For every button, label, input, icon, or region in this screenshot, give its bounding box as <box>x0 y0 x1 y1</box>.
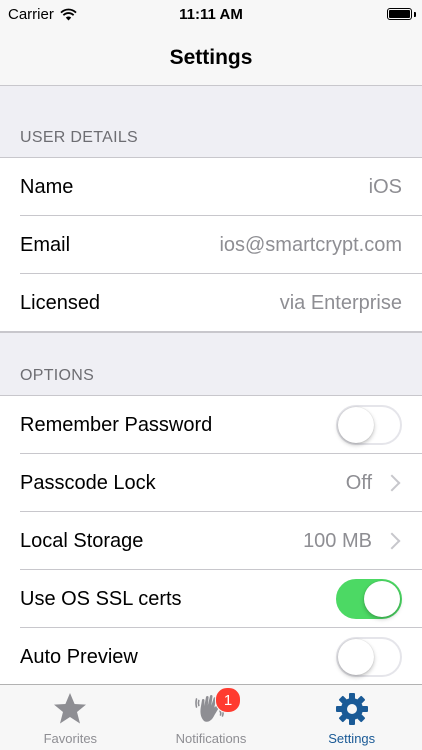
tab-settings[interactable]: Settings <box>281 685 422 750</box>
tab-bar: Favorites 1 Notifications Settings <box>0 684 422 750</box>
row-use-os-ssl: Use OS SSL certs <box>0 570 422 628</box>
row-passcode-lock[interactable]: Passcode Lock Off <box>0 454 422 512</box>
row-label: Passcode Lock <box>20 471 156 494</box>
toggle-knob <box>338 407 374 443</box>
status-time: 11:11 AM <box>179 6 243 23</box>
row-remember-password: Remember Password <box>0 396 422 454</box>
battery-icon <box>387 8 412 20</box>
notifications-icon-wrap: 1 <box>193 687 241 727</box>
section-header-user-details: USER DETAILS <box>0 86 422 158</box>
row-value: 100 MB <box>303 529 372 552</box>
auto-preview-toggle[interactable] <box>336 637 402 677</box>
section-header-options: OPTIONS <box>0 332 422 396</box>
tab-notifications[interactable]: 1 Notifications <box>141 685 282 750</box>
row-value: ios@smartcrypt.com <box>219 233 402 256</box>
status-bar: Carrier 11:11 AM <box>0 0 422 30</box>
tab-label: Favorites <box>43 731 98 746</box>
row-name: Name iOS <box>0 158 422 216</box>
row-label: Email <box>20 233 71 256</box>
gear-icon <box>335 693 368 725</box>
navigation-bar: Settings <box>0 30 422 86</box>
row-email: Email ios@smartcrypt.com <box>0 216 422 274</box>
chevron-right-icon <box>383 532 401 550</box>
user-details-group: Name iOS Email ios@smartcrypt.com Licens… <box>0 158 422 332</box>
star-icon <box>54 693 87 724</box>
tab-label: Settings <box>328 731 376 746</box>
use-os-ssl-toggle[interactable] <box>336 579 402 619</box>
row-label: Local Storage <box>20 529 144 552</box>
row-label: Name <box>20 175 74 198</box>
page-title: Settings <box>169 45 253 69</box>
chevron-right-icon <box>383 474 401 492</box>
battery-tip <box>414 12 416 17</box>
row-value: via Enterprise <box>279 291 402 314</box>
row-auto-preview: Auto Preview <box>0 628 422 684</box>
row-value: Off <box>345 471 372 494</box>
row-value: iOS <box>368 175 402 198</box>
row-licensed: Licensed via Enterprise <box>0 274 422 332</box>
tab-favorites[interactable]: Favorites <box>0 685 141 750</box>
row-local-storage[interactable]: Local Storage 100 MB <box>0 512 422 570</box>
remember-password-toggle[interactable] <box>336 405 402 445</box>
toggle-knob <box>338 639 374 675</box>
notification-badge: 1 <box>215 687 241 713</box>
toggle-knob <box>364 581 400 617</box>
row-label: Auto Preview <box>20 645 138 668</box>
options-group: Remember Password Passcode Lock Off Loca… <box>0 396 422 684</box>
row-label: Licensed <box>20 291 101 314</box>
row-label: Remember Password <box>20 413 213 436</box>
settings-list[interactable]: USER DETAILS Name iOS Email ios@smartcry… <box>0 86 422 684</box>
row-label: Use OS SSL certs <box>20 587 182 610</box>
tab-label: Notifications <box>175 731 247 746</box>
